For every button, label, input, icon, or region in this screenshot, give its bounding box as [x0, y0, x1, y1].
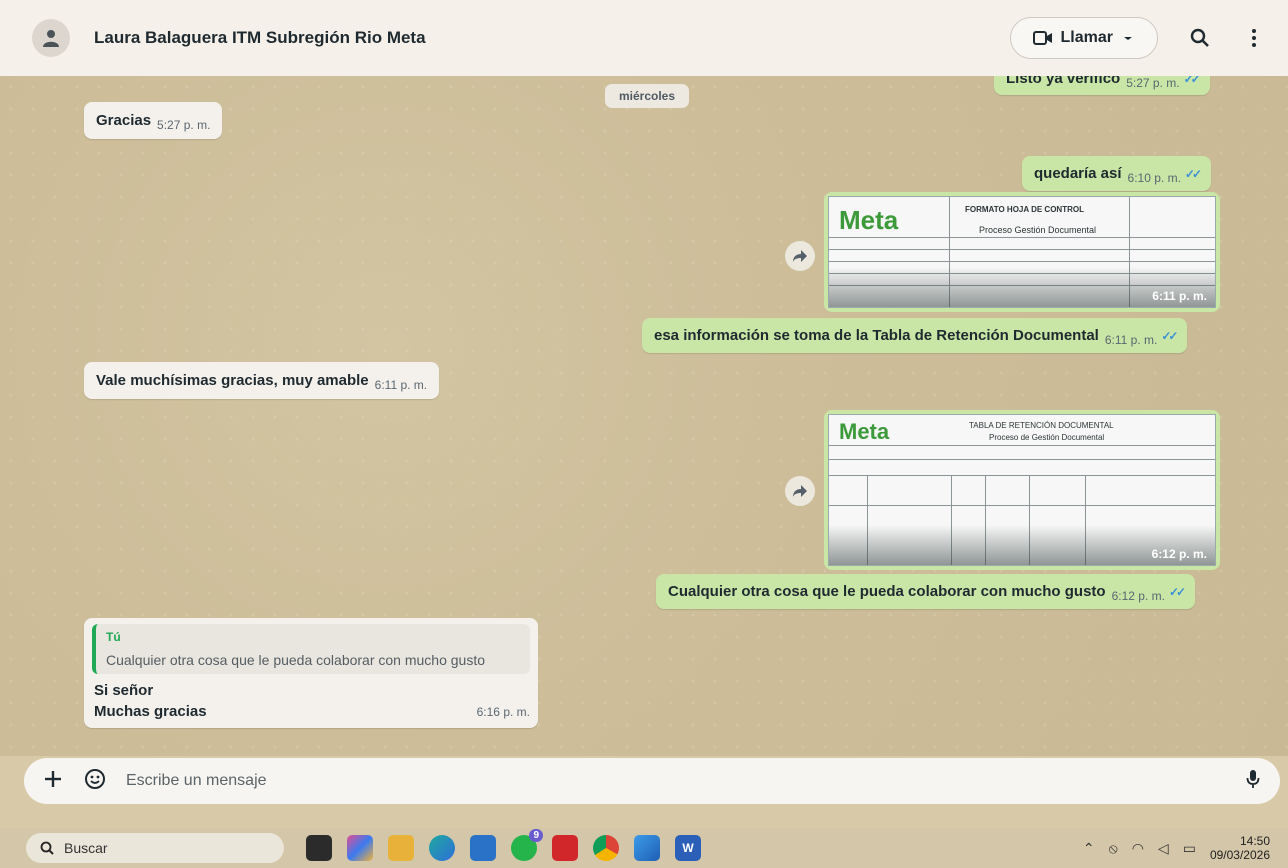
plus-icon: [45, 770, 61, 787]
image-message[interactable]: Meta FORMATO HOJA DE CONTROL Proceso Ges…: [824, 192, 1220, 312]
voice-button[interactable]: [1246, 769, 1260, 794]
clock[interactable]: 14:50 09/03/2026: [1210, 834, 1270, 862]
taskbar-search-label: Buscar: [64, 840, 108, 856]
taskbar-search[interactable]: Buscar: [26, 833, 284, 863]
battery-icon[interactable]: ▭: [1183, 840, 1196, 857]
read-ticks-icon: ✓✓: [1161, 329, 1178, 343]
message-input[interactable]: [126, 772, 1246, 790]
whatsapp-badge: 9: [529, 829, 543, 842]
image-message[interactable]: Meta TABLA DE RETENCIÓN DOCUMENTAL Proce…: [824, 410, 1220, 570]
call-button[interactable]: Llamar: [1009, 17, 1158, 59]
forward-icon: [793, 250, 807, 262]
video-icon: [1032, 31, 1052, 45]
menu-button[interactable]: [1242, 26, 1266, 50]
search-icon: [40, 841, 54, 855]
photos-icon[interactable]: [634, 835, 660, 861]
acrobat-icon[interactable]: [552, 835, 578, 861]
chevron-down-icon: [1124, 37, 1132, 40]
read-ticks-icon: ✓✓: [1184, 167, 1202, 181]
mic-icon: [1246, 769, 1260, 788]
read-ticks-icon: ✓✓: [1183, 76, 1201, 86]
document-image: Meta TABLA DE RETENCIÓN DOCUMENTAL Proce…: [828, 414, 1216, 566]
chrome-icon[interactable]: [593, 835, 619, 861]
call-label: Llamar: [1060, 29, 1113, 46]
forward-button[interactable]: [785, 476, 815, 506]
menu-dots-icon: [1252, 29, 1256, 47]
sticker-icon: [85, 768, 105, 789]
date-separator: miércoles: [605, 84, 690, 108]
read-ticks-icon: ✓✓: [1168, 585, 1186, 599]
contact-avatar[interactable]: [32, 19, 70, 57]
search-button[interactable]: [1188, 26, 1212, 50]
windows-taskbar: Buscar 9 W ⌃ ⦸ ◠ ◁ ▭ 14:50 09/03/2026: [0, 828, 1288, 868]
message-outgoing[interactable]: esa información se toma de la Tabla de R…: [642, 318, 1188, 353]
chevron-up-icon[interactable]: ⌃: [1083, 840, 1095, 857]
message-composer: [24, 758, 1280, 804]
sticker-button[interactable]: [84, 768, 106, 795]
file-explorer-icon[interactable]: [388, 835, 414, 861]
notifications-off-icon[interactable]: ⦸: [1109, 840, 1118, 857]
attach-button[interactable]: [44, 770, 62, 793]
whatsapp-icon[interactable]: 9: [511, 829, 543, 861]
edge-icon[interactable]: [429, 835, 455, 861]
search-icon: [1190, 28, 1209, 47]
system-tray: ⌃ ⦸ ◠ ◁ ▭ 14:50 09/03/2026: [1083, 828, 1270, 868]
contact-name[interactable]: Laura Balaguera ITM Subregión Rio Meta: [94, 28, 1010, 48]
wifi-icon[interactable]: ◠: [1132, 840, 1144, 857]
person-icon: [43, 30, 59, 47]
message-outgoing[interactable]: quedaría así 6:10 p. m. ✓✓: [1022, 156, 1212, 191]
message-outgoing[interactable]: Cualquier otra cosa que le pueda colabor…: [656, 574, 1196, 609]
chat-area[interactable]: Listo ya verifico 5:27 p. m. ✓✓ miércoles …: [0, 76, 1288, 756]
task-view-icon[interactable]: [306, 835, 332, 861]
document-image: Meta FORMATO HOJA DE CONTROL Proceso Ges…: [828, 196, 1216, 308]
word-icon[interactable]: W: [675, 835, 701, 861]
forward-button[interactable]: [785, 241, 815, 271]
chat-header: Laura Balaguera ITM Subregión Rio Meta L…: [0, 0, 1288, 76]
copilot-icon[interactable]: [347, 835, 373, 861]
volume-icon[interactable]: ◁: [1158, 840, 1169, 857]
message-incoming[interactable]: Vale muchísimas gracias, muy amable 6:11 …: [84, 362, 440, 399]
quoted-message[interactable]: Tú Cualquier otra cosa que le pueda cola…: [92, 624, 530, 674]
forward-icon: [793, 485, 807, 497]
outlook-icon[interactable]: [470, 835, 496, 861]
message-outgoing[interactable]: Listo ya verifico 5:27 p. m. ✓✓: [994, 76, 1210, 95]
message-incoming[interactable]: Gracias 5:27 p. m.: [84, 102, 223, 139]
message-incoming-reply[interactable]: Tú Cualquier otra cosa que le pueda cola…: [84, 618, 538, 728]
